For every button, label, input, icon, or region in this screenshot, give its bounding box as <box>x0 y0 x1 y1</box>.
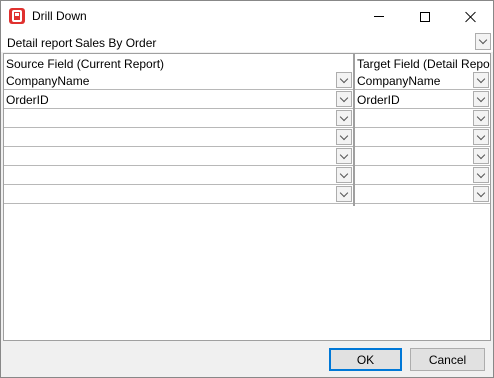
source-field-row[interactable] <box>4 128 353 147</box>
source-field-field-value[interactable]: CompanyName <box>6 74 89 88</box>
source-field-field-value[interactable]: OrderID <box>6 93 49 107</box>
minimize-button[interactable] <box>356 1 402 32</box>
chevron-down-icon <box>339 131 349 140</box>
chevron-down-icon <box>476 93 486 102</box>
drill-down-dialog: Drill Down Detail report Sales By Order … <box>0 0 494 378</box>
dialog-footer: OK Cancel <box>1 342 493 377</box>
report-app-icon <box>9 8 25 24</box>
target-field-dropdown-button[interactable] <box>473 186 489 202</box>
target-field-row[interactable] <box>355 147 490 166</box>
source-field-row[interactable]: OrderID <box>4 90 353 109</box>
target-field-row[interactable] <box>355 109 490 128</box>
window-title: Drill Down <box>32 9 87 23</box>
chevron-down-icon <box>476 188 486 197</box>
source-field-dropdown-button[interactable] <box>336 148 352 164</box>
detail-report-value[interactable]: Sales By Order <box>75 36 156 50</box>
target-field-header: Target Field (Detail Report) <box>357 57 490 71</box>
chevron-down-icon <box>339 150 349 159</box>
chevron-down-icon <box>339 74 349 83</box>
chevron-down-icon <box>339 93 349 102</box>
target-field-dropdown-button[interactable] <box>473 72 489 88</box>
target-field-dropdown-button[interactable] <box>473 91 489 107</box>
source-field-column: Source Field (Current Report) CompanyNam… <box>4 54 353 340</box>
target-field-column: Target Field (Detail Report) CompanyName… <box>355 54 490 340</box>
source-field-row[interactable]: CompanyName <box>4 71 353 90</box>
source-field-row[interactable] <box>4 185 353 204</box>
target-field-dropdown-button[interactable] <box>473 167 489 183</box>
source-field-dropdown-button[interactable] <box>336 167 352 183</box>
target-field-row[interactable]: OrderID <box>355 90 490 109</box>
target-field-dropdown-button[interactable] <box>473 148 489 164</box>
detail-report-row: Detail report Sales By Order <box>1 32 493 52</box>
chevron-down-icon <box>339 112 349 121</box>
field-mapping-grid: Source Field (Current Report) CompanyNam… <box>3 53 491 341</box>
chevron-down-icon <box>476 169 486 178</box>
chevron-down-icon <box>339 169 349 178</box>
chevron-down-icon <box>339 188 349 197</box>
target-field-dropdown-button[interactable] <box>473 110 489 126</box>
chevron-down-icon <box>476 112 486 121</box>
detail-report-label: Detail report <box>7 36 73 50</box>
source-field-dropdown-button[interactable] <box>336 72 352 88</box>
chevron-down-icon <box>476 131 486 140</box>
source-field-dropdown-button[interactable] <box>336 91 352 107</box>
detail-report-dropdown-button[interactable] <box>475 33 491 50</box>
target-field-dropdown-button[interactable] <box>473 129 489 145</box>
maximize-icon <box>420 11 430 22</box>
title-bar: Drill Down <box>1 1 493 32</box>
source-field-dropdown-button[interactable] <box>336 110 352 126</box>
target-field-row[interactable] <box>355 166 490 185</box>
chevron-down-icon <box>476 150 486 159</box>
maximize-button[interactable] <box>402 1 448 32</box>
source-field-row[interactable] <box>4 147 353 166</box>
target-field-row[interactable] <box>355 128 490 147</box>
close-icon <box>465 11 477 23</box>
target-field-field-value[interactable]: CompanyName <box>357 74 440 88</box>
source-field-row[interactable] <box>4 166 353 185</box>
chevron-down-icon <box>478 35 488 45</box>
chevron-down-icon <box>476 74 486 83</box>
ok-button[interactable]: OK <box>329 348 402 371</box>
minimize-icon <box>374 16 384 17</box>
source-field-header: Source Field (Current Report) <box>6 57 165 71</box>
cancel-button[interactable]: Cancel <box>410 348 485 371</box>
target-field-field-value[interactable]: OrderID <box>357 93 400 107</box>
close-button[interactable] <box>448 1 494 32</box>
source-field-row[interactable] <box>4 109 353 128</box>
source-field-dropdown-button[interactable] <box>336 129 352 145</box>
target-field-row[interactable] <box>355 185 490 204</box>
target-field-row[interactable]: CompanyName <box>355 71 490 90</box>
source-field-dropdown-button[interactable] <box>336 186 352 202</box>
